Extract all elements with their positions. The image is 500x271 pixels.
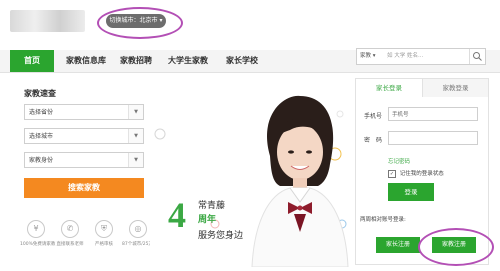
logo	[10, 10, 85, 32]
phone-input[interactable]: 手机号	[388, 107, 478, 121]
highlight-circle-register	[418, 228, 494, 266]
search-tutor-button[interactable]: 搜索家教	[24, 178, 144, 198]
search-box: 家教 ▾ 如 大学 姓名...	[356, 48, 486, 65]
nav-tutor-jobs[interactable]: 家教招聘	[120, 50, 152, 72]
highlight-circle	[97, 7, 183, 39]
search-type-select[interactable]: 家教 ▾	[360, 49, 376, 64]
quick-search-panel: 家教速查 选择省份 ▼ 选择城市 ▼ 家教身份 ▼ 搜索家教 ¥ 100%免费请…	[14, 74, 162, 267]
nav-student-tutor[interactable]: 大学生家教	[168, 50, 208, 72]
feature-free: ¥ 100%免费请家教	[20, 220, 56, 247]
banner-number: 4	[168, 195, 186, 235]
globe-icon: ◎	[129, 220, 147, 238]
banner-illustration	[154, 95, 349, 268]
identity-select[interactable]: 家教身份 ▼	[24, 152, 144, 168]
identity-select-label: 家教身份	[29, 157, 54, 164]
nav-home[interactable]: 首页	[10, 50, 54, 72]
nav-tutor-library[interactable]: 家教信息库	[66, 50, 106, 72]
chevron-down-icon: ▼	[128, 153, 143, 167]
quick-search-title: 家教速查	[24, 89, 56, 98]
province-select-label: 选择省份	[29, 109, 54, 116]
feature-label: 100%免费请家教	[20, 242, 56, 247]
nav-parent-school[interactable]: 家长学校	[226, 50, 258, 72]
promo-banner	[150, 74, 352, 268]
checkbox[interactable]: ✓	[388, 169, 396, 178]
remember-me[interactable]: ✓ 记住我的登录状态	[388, 169, 444, 178]
search-icon	[473, 52, 482, 61]
banner-line1: 常青藤	[198, 201, 226, 211]
search-button[interactable]	[469, 49, 485, 64]
banner-line2: 周年	[198, 215, 217, 225]
city-select[interactable]: 选择城市 ▼	[24, 128, 144, 144]
register-parent-button[interactable]: 家长注册	[376, 237, 420, 253]
feature-review: ⛨ 严格审核	[88, 220, 120, 247]
feature-label: 严格审核	[95, 242, 113, 247]
province-select[interactable]: 选择省份 ▼	[24, 104, 144, 120]
feature-label: 直接联系老师	[56, 242, 84, 247]
city-select-label: 选择城市	[29, 133, 54, 140]
top-bar: 切换城市：北京市 ▾	[0, 0, 500, 42]
search-input[interactable]: 如 大学 姓名...	[387, 49, 423, 64]
tab-parent-login[interactable]: 家长登录	[356, 79, 422, 97]
yen-icon: ¥	[27, 220, 45, 238]
login-button[interactable]: 登录	[388, 183, 434, 201]
forgot-password-link[interactable]: 忘记密码	[388, 157, 410, 165]
chevron-down-icon: ▼	[128, 129, 143, 143]
remember-label: 记住我的登录状态	[399, 171, 444, 177]
feature-contact: ✆ 直接联系老师	[54, 220, 86, 247]
banner-line3: 服务您身边	[198, 231, 244, 241]
week-login-text: 两周相对账号登录:	[360, 217, 406, 223]
shield-icon: ⛨	[95, 220, 113, 238]
tab-teacher-login[interactable]: 家教登录	[422, 79, 488, 97]
phone-label: 手机号	[364, 113, 383, 120]
password-input[interactable]	[388, 131, 478, 145]
password-label: 密 码	[364, 137, 383, 144]
phone-icon: ✆	[61, 220, 79, 238]
chevron-down-icon: ▼	[128, 105, 143, 119]
